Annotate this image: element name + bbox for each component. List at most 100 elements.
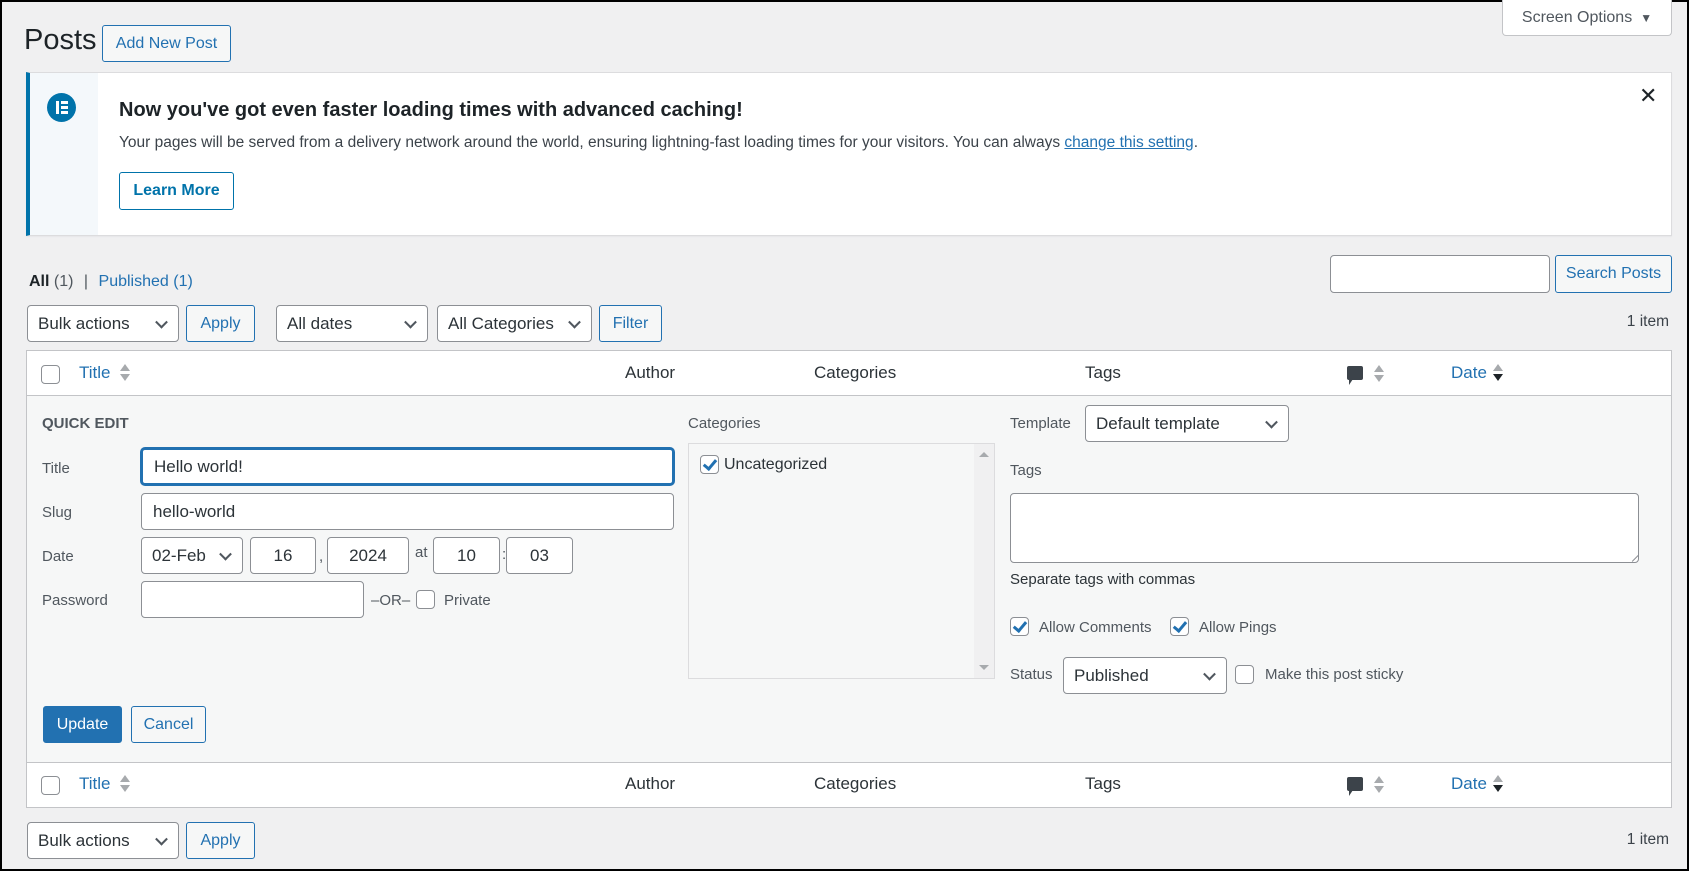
sort-desc-icon [1493,364,1503,382]
change-setting-link[interactable]: change this setting [1064,134,1193,151]
scroll-down-icon[interactable] [979,665,989,670]
item-count-top: 1 item [1626,313,1669,330]
tags-textarea[interactable] [1010,493,1639,563]
view-all-count: (1) [53,273,74,290]
month-select[interactable]: 02-Feb [141,537,243,574]
elementor-logo-icon [47,93,76,122]
password-label: Password [42,592,108,609]
apply-button-bottom[interactable]: Apply [186,822,255,859]
select-all-checkbox-bottom[interactable] [41,776,60,795]
chevron-down-icon [155,832,168,846]
allow-comments-label: Allow Comments [1039,619,1152,636]
tags-hint: Separate tags with commas [1010,571,1196,588]
bulk-actions-select[interactable]: Bulk actions [27,305,179,342]
chevron-down-icon [1265,415,1278,429]
slug-input[interactable]: hello-world [141,493,674,530]
dates-filter-value: All dates [287,313,353,333]
view-published[interactable]: Published (1) [99,273,193,290]
category-label-uncategorized: Uncategorized [724,456,828,473]
or-label: –OR– [371,592,411,609]
day-input[interactable]: 16 [250,537,316,574]
date-comma: , [319,548,324,565]
password-input[interactable] [141,581,364,618]
checklist-scrollbar[interactable] [974,444,994,678]
posts-table: Title Author Categories Tags Date QUICK … [26,350,1672,808]
year-input[interactable]: 2024 [327,537,409,574]
at-label: at [415,544,428,561]
view-filters: All (1) | Published (1) [29,273,193,291]
categories-checklist[interactable]: Uncategorized [688,443,995,679]
update-button[interactable]: Update [43,706,122,743]
column-title-sort[interactable]: Title [79,363,111,383]
view-separator: | [83,273,89,290]
notice-body-suffix: . [1193,134,1198,151]
table-footer-row: Title Author Categories Tags Date [27,763,1671,808]
caching-notice: Now you've got even faster loading times… [26,72,1672,236]
private-checkbox[interactable] [416,590,435,609]
view-all[interactable]: All (1) [29,273,73,290]
caret-down-icon: ▼ [1640,10,1653,25]
status-select[interactable]: Published [1063,657,1227,694]
hour-input[interactable]: 10 [433,537,500,574]
cancel-button[interactable]: Cancel [131,706,206,743]
template-select[interactable]: Default template [1085,405,1289,442]
screen-options-button[interactable]: Screen Options ▼ [1502,0,1672,36]
column-tags: Tags [1085,363,1121,382]
column-title-sort-bottom[interactable]: Title [79,774,111,794]
category-checkbox-uncategorized[interactable] [700,455,719,474]
learn-more-button[interactable]: Learn More [119,172,234,210]
slug-label: Slug [42,504,73,521]
chevron-down-icon [404,315,417,329]
categories-label: Categories [688,415,761,432]
column-author: Author [625,363,676,382]
column-tags-bottom: Tags [1085,774,1121,793]
add-new-post-button[interactable]: Add New Post [102,25,231,62]
scroll-up-icon[interactable] [979,452,989,457]
tags-label: Tags [1010,462,1042,479]
title-input[interactable]: Hello world! [141,448,674,485]
apply-button[interactable]: Apply [186,305,255,342]
column-categories: Categories [814,363,897,382]
view-published-count: (1) [173,273,193,290]
table-header-row: Title Author Categories Tags Date [27,351,1671,396]
comment-bubble-icon[interactable] [1347,777,1363,796]
status-value: Published [1074,665,1149,685]
close-icon[interactable]: ✕ [1639,83,1657,109]
dates-filter-select[interactable]: All dates [276,305,428,342]
notice-body: Your pages will be served from a deliver… [119,134,1198,152]
chevron-down-icon [155,315,168,329]
column-date-sort-bottom[interactable]: Date [1451,774,1487,794]
template-label: Template [1010,415,1071,432]
view-published-label: Published [98,273,169,290]
chevron-down-icon [219,547,232,561]
sticky-checkbox[interactable] [1235,665,1254,684]
bulk-actions-select-bottom[interactable]: Bulk actions [27,822,179,859]
item-count-bottom: 1 item [1626,831,1669,848]
sticky-label: Make this post sticky [1265,666,1404,683]
title-label: Title [42,460,70,477]
minute-input[interactable]: 03 [506,537,573,574]
sort-desc-icon [1493,775,1503,793]
sort-icon [1374,365,1384,383]
search-posts-button[interactable]: Search Posts [1555,255,1672,293]
allow-pings-checkbox[interactable] [1170,617,1189,636]
notice-heading: Now you've got even faster loading times… [119,99,743,121]
allow-pings-label: Allow Pings [1199,619,1277,636]
chevron-down-icon [1203,667,1216,681]
filter-button[interactable]: Filter [599,305,662,342]
chevron-down-icon [568,315,581,329]
categories-filter-value: All Categories [448,313,554,333]
bulk-actions-value: Bulk actions [38,313,130,333]
template-value: Default template [1096,413,1220,433]
column-date-sort[interactable]: Date [1451,363,1487,383]
view-all-label: All [29,273,50,290]
categories-filter-select[interactable]: All Categories [437,305,592,342]
search-input[interactable] [1330,255,1550,293]
comment-bubble-icon[interactable] [1347,366,1363,385]
allow-comments-checkbox[interactable] [1010,617,1029,636]
select-all-checkbox[interactable] [41,365,60,384]
sort-icon [1374,776,1384,794]
sort-icon [120,775,130,793]
notice-body-text: Your pages will be served from a deliver… [119,134,1065,151]
sort-icon [120,364,130,382]
